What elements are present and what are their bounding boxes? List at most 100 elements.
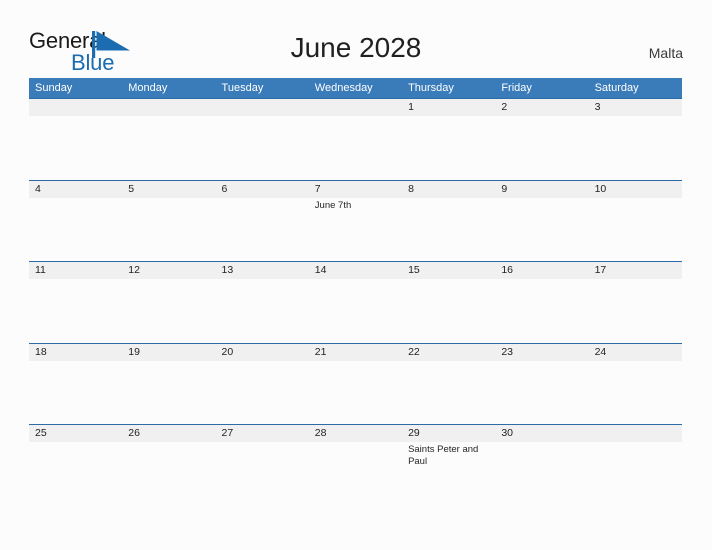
day-number [315, 99, 402, 116]
day-event [222, 361, 309, 363]
day-number: 2 [501, 101, 508, 113]
calendar-day-cell[interactable]: 13 [216, 262, 309, 281]
weekday-header-wednesday: Wednesday [314, 82, 373, 94]
calendar-week-row: 18 19 20 21 22 23 24 [29, 342, 682, 425]
calendar-day-cell[interactable]: 23 [495, 344, 588, 363]
day-number: 18 [35, 345, 47, 358]
day-number [222, 99, 309, 116]
day-event [128, 361, 215, 363]
weekday-header-tuesday: Tuesday [221, 82, 264, 94]
day-number: 3 [594, 101, 601, 113]
calendar-day-cell[interactable]: 28 [309, 425, 402, 468]
day-number: 4 [35, 182, 41, 195]
day-number: 13 [221, 264, 234, 276]
weekday-header-monday: Monday [128, 82, 168, 94]
calendar-day-cell[interactable]: 29 Saints Peter and Paul [402, 425, 495, 468]
calendar-day-cell[interactable]: 3 [589, 99, 682, 118]
calendar-week-row: 4 5 6 7 June 7th 8 9 10 [29, 179, 682, 262]
day-event [128, 116, 215, 118]
calendar-day-cell[interactable]: 26 [122, 425, 215, 468]
page-title: June 2028 [290, 32, 422, 63]
day-number: 6 [221, 182, 228, 195]
weekday-header-thursday: Thursday [408, 82, 454, 94]
day-event [501, 198, 588, 200]
calendar-day-cell[interactable]: 30 [495, 425, 588, 468]
day-event [35, 198, 122, 200]
calendar-day-cell[interactable]: 21 [309, 344, 402, 363]
day-number: 8 [408, 182, 414, 195]
calendar-day-cell[interactable] [216, 99, 309, 118]
calendar-day-cell[interactable]: 7 June 7th [309, 181, 402, 212]
day-number: 28 [314, 427, 327, 439]
day-event: Saints Peter and Paul [408, 444, 479, 467]
day-number: 22 [408, 345, 420, 358]
country-label: Malta [648, 45, 683, 61]
day-number: 9 [501, 182, 508, 195]
day-number: 21 [314, 345, 327, 358]
calendar-day-cell[interactable]: 20 [216, 344, 309, 363]
calendar-day-cell[interactable]: 24 [589, 344, 682, 363]
day-number: 17 [594, 264, 607, 276]
day-number: 1 [408, 101, 414, 113]
day-number: 19 [128, 345, 140, 358]
day-number: 12 [128, 264, 140, 276]
day-number: 14 [314, 264, 327, 276]
day-event [501, 442, 588, 444]
calendar-day-cell[interactable]: 2 [495, 99, 588, 118]
day-number: 11 [35, 264, 46, 276]
day-event [501, 116, 588, 118]
day-event [222, 116, 309, 118]
calendar-day-cell[interactable]: 12 [122, 262, 215, 281]
calendar-day-cell[interactable]: 25 [29, 425, 122, 468]
calendar-day-cell[interactable]: 17 [589, 262, 682, 281]
weekday-header-saturday: Saturday [594, 82, 639, 94]
day-number: 29 [408, 427, 420, 439]
calendar-day-cell[interactable]: 9 [495, 181, 588, 212]
calendar-day-cell[interactable] [29, 99, 122, 118]
calendar-day-cell[interactable]: 22 [402, 344, 495, 363]
day-event [222, 442, 309, 444]
calendar-day-cell[interactable]: 16 [495, 262, 588, 281]
calendar-day-cell[interactable] [309, 99, 402, 118]
day-number: 30 [501, 427, 514, 439]
calendar-day-cell[interactable] [589, 425, 682, 468]
day-event [595, 198, 682, 200]
day-event [595, 279, 682, 281]
calendar-day-cell[interactable] [122, 99, 215, 118]
calendar-day-cell[interactable]: 18 [29, 344, 122, 363]
day-event [315, 442, 402, 444]
weekday-header-row: Sunday Monday Tuesday Wednesday Thursday… [29, 78, 682, 98]
day-number [35, 99, 122, 116]
calendar-day-cell[interactable]: 5 [122, 181, 215, 212]
day-number: 5 [128, 182, 135, 195]
calendar-day-cell[interactable]: 27 [216, 425, 309, 468]
calendar-week-row: 25 26 27 28 29 Saints Peter and Paul 30 [29, 424, 682, 506]
day-event [595, 116, 682, 118]
calendar-day-cell[interactable]: 19 [122, 344, 215, 363]
calendar-day-cell[interactable]: 11 [29, 262, 122, 281]
day-number: 20 [221, 345, 234, 358]
day-event [595, 361, 682, 363]
day-number: 7 [314, 182, 321, 195]
calendar-day-cell[interactable]: 8 [402, 181, 495, 212]
calendar-day-cell[interactable]: 6 [216, 181, 309, 212]
day-number: 26 [128, 427, 140, 439]
calendar-day-cell[interactable]: 4 [29, 181, 122, 212]
day-event [315, 279, 402, 281]
day-event [128, 442, 215, 444]
day-number: 24 [594, 345, 607, 358]
calendar-day-cell[interactable]: 15 [402, 262, 495, 281]
weekday-header-sunday: Sunday [35, 82, 73, 94]
day-event [35, 116, 122, 118]
day-event [128, 198, 215, 200]
day-event [315, 361, 402, 363]
weekday-header-friday: Friday [501, 82, 532, 94]
calendar-week-row: 1 2 3 [29, 98, 682, 180]
day-event [35, 442, 122, 444]
calendar-grid: Sunday Monday Tuesday Wednesday Thursday… [29, 78, 682, 506]
calendar-week-row: 11 12 13 14 15 16 17 [29, 261, 682, 343]
calendar-day-cell[interactable]: 10 [589, 181, 682, 212]
day-event [408, 361, 495, 363]
calendar-day-cell[interactable]: 1 [402, 99, 495, 118]
calendar-day-cell[interactable]: 14 [309, 262, 402, 281]
